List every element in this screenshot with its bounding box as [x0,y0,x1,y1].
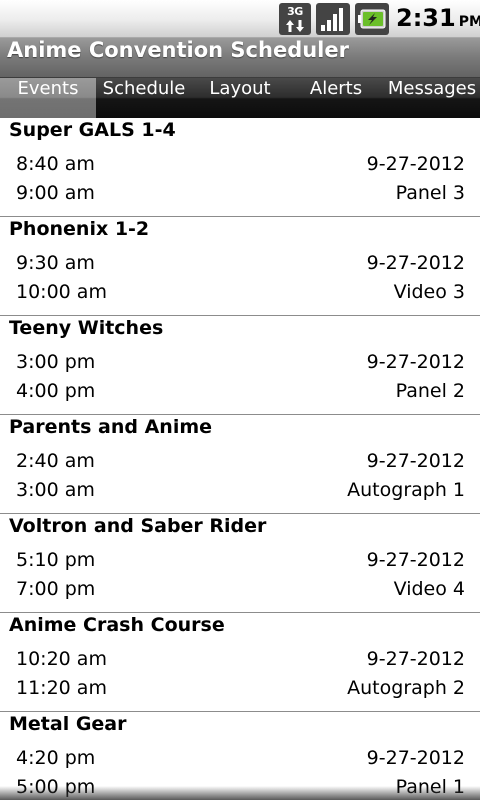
event-title: Metal Gear [9,713,127,735]
event-start-time: 8:40 am [16,153,95,175]
event-room: Video 4 [393,578,465,600]
event-list-item[interactable]: Parents and Anime 2:40 am 3:00 am 9-27-2… [0,415,480,514]
event-date: 9-27-2012 [366,252,465,274]
3g-data-icon: 3G [279,3,311,35]
event-title: Phonenix 1-2 [9,218,150,240]
event-room: Video 3 [393,281,465,303]
tab-schedule[interactable]: Schedule [96,78,192,118]
battery-charging-icon [355,3,389,35]
event-end-time: 7:00 pm [16,578,96,600]
event-end-time: 5:00 pm [16,776,96,798]
event-start-time: 2:40 am [16,450,95,472]
event-title: Voltron and Saber Rider [9,515,267,537]
clock-time: 2:31 [396,4,456,32]
event-list-item[interactable]: Teeny Witches 3:00 pm 4:00 pm 9-27-2012 … [0,316,480,415]
event-date: 9-27-2012 [366,450,465,472]
tab-events[interactable]: Events [0,78,96,118]
event-room: Panel 2 [395,380,465,402]
event-title: Teeny Witches [9,317,164,339]
tab-bar: Events Schedule Layout Alerts Messages [0,78,480,118]
event-start-time: 5:10 pm [16,549,96,571]
event-start-time: 10:20 am [16,648,107,670]
signal-strength-icon [316,3,350,35]
event-list-item[interactable]: Anime Crash Course 10:20 am 11:20 am 9-2… [0,613,480,712]
event-list-item[interactable]: Voltron and Saber Rider 5:10 pm 7:00 pm … [0,514,480,613]
clock-ampm: PM [458,14,480,30]
status-bar: 3G 2:31 PM [0,0,480,38]
app-title-bar: Anime Convention Scheduler [0,38,480,78]
event-list[interactable]: Super GALS 1-4 8:40 am 9:00 am 9-27-2012… [0,118,480,800]
event-start-time: 9:30 am [16,252,95,274]
event-start-time: 3:00 pm [16,351,96,373]
event-end-time: 3:00 am [16,479,95,501]
event-list-item[interactable]: Phonenix 1-2 9:30 am 10:00 am 9-27-2012 … [0,217,480,316]
event-title: Anime Crash Course [9,614,225,636]
event-end-time: 4:00 pm [16,380,96,402]
event-date: 9-27-2012 [366,549,465,571]
event-room: Panel 3 [395,182,465,204]
event-date: 9-27-2012 [366,648,465,670]
tab-layout[interactable]: Layout [192,78,288,118]
event-end-time: 9:00 am [16,182,95,204]
event-date: 9-27-2012 [366,747,465,769]
event-start-time: 4:20 pm [16,747,96,769]
event-room: Panel 1 [395,776,465,798]
event-date: 9-27-2012 [366,351,465,373]
tab-alerts[interactable]: Alerts [288,78,384,118]
event-list-item[interactable]: Metal Gear 4:20 pm 5:00 pm 9-27-2012 Pan… [0,712,480,800]
event-list-item[interactable]: Super GALS 1-4 8:40 am 9:00 am 9-27-2012… [0,118,480,217]
event-title: Parents and Anime [9,416,213,438]
event-end-time: 10:00 am [16,281,107,303]
event-room: Autograph 1 [347,479,465,501]
network-type-label: 3G [287,5,303,18]
event-end-time: 11:20 am [16,677,107,699]
app-title: Anime Convention Scheduler [7,38,349,62]
event-title: Super GALS 1-4 [9,119,176,141]
clock: 2:31 PM [396,4,480,34]
tab-messages[interactable]: Messages [384,78,480,118]
event-room: Autograph 2 [347,677,465,699]
event-date: 9-27-2012 [366,153,465,175]
